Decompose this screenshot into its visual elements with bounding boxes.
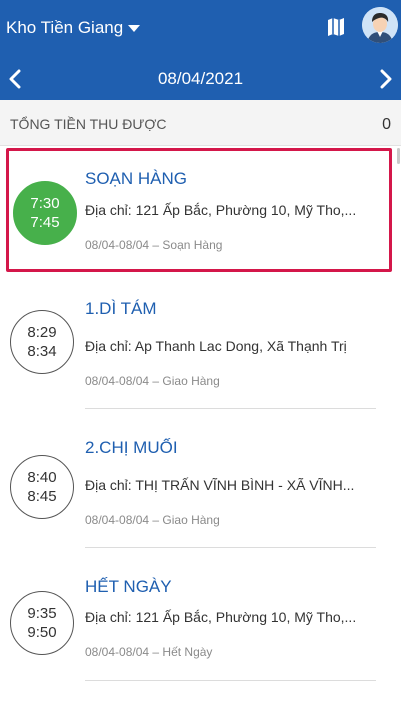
top-app-bar: Kho Tiền Giang 08/04/2021 xyxy=(0,0,401,100)
time-badge: 7:30 7:45 xyxy=(13,181,77,245)
warehouse-selector[interactable]: Kho Tiền Giang xyxy=(6,14,141,42)
stop-meta: 08/04-08/04 – Giao Hàng xyxy=(85,374,220,388)
stop-address: Địa chỉ: 121 Ấp Bắc, Phường 10, Mỹ Tho,.… xyxy=(85,202,357,218)
stop-meta: 08/04-08/04 – Hết Ngày xyxy=(85,645,213,659)
divider xyxy=(85,680,376,681)
caret-down-icon xyxy=(128,25,141,32)
stop-address: Địa chỉ: 121 Ấp Bắc, Phường 10, Mỹ Tho,.… xyxy=(85,609,357,625)
map-button[interactable] xyxy=(325,15,347,39)
time-badge: 8:29 8:34 xyxy=(10,310,74,374)
total-collected-summary: TỔNG TIỀN THU ĐƯỢC 0 xyxy=(0,100,401,146)
stop-title: 1.DÌ TÁM xyxy=(85,299,157,318)
total-collected-value: 0 xyxy=(382,116,391,133)
divider xyxy=(85,547,376,548)
selected-date[interactable]: 08/04/2021 xyxy=(0,69,401,89)
time-badge: 8:40 8:45 xyxy=(10,455,74,519)
stop-address: Địa chỉ: Ap Thanh Lac Dong, Xã Thạnh Trị xyxy=(85,338,347,354)
stop-title: SOẠN HÀNG xyxy=(85,169,188,188)
scrollbar[interactable] xyxy=(397,148,400,164)
end-time: 8:45 xyxy=(27,488,57,505)
stop-item[interactable]: 7:30 7:45 SOẠN HÀNG Địa chỉ: 121 Ấp Bắc,… xyxy=(6,148,392,272)
chevron-right-icon xyxy=(380,69,392,89)
stop-address: Địa chỉ: THỊ TRẤN VĨNH BÌNH - XÃ VĨNH... xyxy=(85,477,355,493)
map-icon xyxy=(328,18,344,36)
stop-meta: 08/04-08/04 – Soạn Hàng xyxy=(85,238,223,252)
stop-item[interactable]: 8:40 8:45 2.CHỊ MUỐI Địa chỉ: THỊ TRẤN V… xyxy=(0,419,401,549)
start-time: 9:35 xyxy=(27,605,57,622)
user-avatar[interactable] xyxy=(362,7,398,43)
user-avatar-icon xyxy=(362,7,398,43)
stop-item[interactable]: 9:35 9:50 HẾT NGÀY Địa chỉ: 121 Ấp Bắc, … xyxy=(0,558,401,688)
start-time: 7:30 xyxy=(30,195,60,212)
divider xyxy=(85,408,376,409)
stop-title: 2.CHỊ MUỐI xyxy=(85,438,178,457)
start-time: 8:29 xyxy=(27,324,57,341)
warehouse-label: Kho Tiền Giang xyxy=(6,18,124,37)
total-collected-label: TỔNG TIỀN THU ĐƯỢC xyxy=(10,116,167,132)
time-badge: 9:35 9:50 xyxy=(10,591,74,655)
end-time: 7:45 xyxy=(30,214,60,231)
stop-meta: 08/04-08/04 – Giao Hàng xyxy=(85,513,220,527)
end-time: 9:50 xyxy=(27,624,57,641)
stop-title: HẾT NGÀY xyxy=(85,577,172,596)
date-navigator: 08/04/2021 xyxy=(0,60,401,98)
end-time: 8:34 xyxy=(27,343,57,360)
start-time: 8:40 xyxy=(27,469,57,486)
next-date-button[interactable] xyxy=(373,64,399,94)
stop-item[interactable]: 8:29 8:34 1.DÌ TÁM Địa chỉ: Ap Thanh Lac… xyxy=(0,280,401,410)
